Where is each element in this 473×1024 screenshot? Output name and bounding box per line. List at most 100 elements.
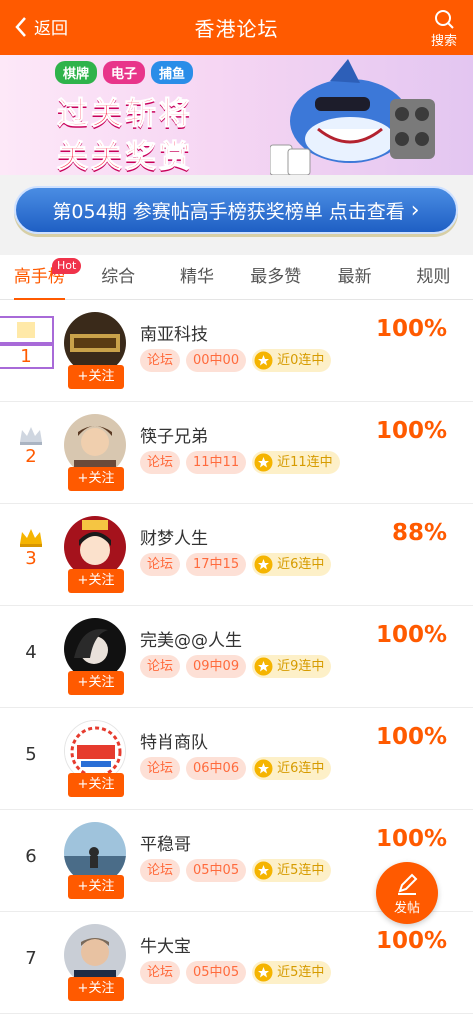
username[interactable]: 财梦人生 xyxy=(140,524,208,549)
hot-badge: Hot xyxy=(52,257,82,274)
stats-badges: 论坛 17中15 近6连中 xyxy=(140,553,332,576)
forum-badge: 论坛 xyxy=(140,757,181,780)
rank-cell: 1 xyxy=(0,316,54,369)
chevron-right-icon: › xyxy=(410,197,420,223)
follow-button[interactable]: +关注 xyxy=(68,467,124,491)
username[interactable]: 平稳哥 xyxy=(140,830,191,855)
streak-text: 近0连中 xyxy=(277,353,325,368)
rank-cell: 3 xyxy=(12,526,50,569)
tab-rules[interactable]: 规则 xyxy=(394,255,473,300)
star-medal-icon xyxy=(254,351,273,370)
avatar-wrap: +关注 xyxy=(64,720,126,800)
streak-badge: 近5连中 xyxy=(252,961,332,984)
follow-button[interactable]: +关注 xyxy=(68,365,124,389)
rank-number: 1 xyxy=(0,344,54,369)
avatar-wrap: +关注 xyxy=(64,516,126,596)
hit-record-badge: 17中15 xyxy=(186,553,247,576)
hit-record-badge: 05中05 xyxy=(186,859,247,882)
promo-banner[interactable]: 棋牌 电子 捕鱼 过关斩将 关关奖赏 xyxy=(0,55,473,175)
forum-badge: 论坛 xyxy=(140,859,181,882)
list-item[interactable]: 4 +关注 完美@@人生 论坛 09中09 近9连中 100% xyxy=(0,606,473,708)
hit-record-badge: 00中00 xyxy=(186,349,247,372)
streak-badge: 近5连中 xyxy=(252,859,332,882)
rank-number: 6 xyxy=(25,846,37,867)
winners-list-notice-button[interactable]: 第054期 参赛帖高手榜获奖榜单 点击查看 › xyxy=(14,186,458,234)
star-medal-icon xyxy=(254,657,273,676)
hit-record-badge: 11中11 xyxy=(186,451,247,474)
rank-number: 2 xyxy=(25,446,37,467)
chevron-left-icon xyxy=(15,16,26,37)
gold-crown-icon xyxy=(20,529,42,547)
star-medal-icon xyxy=(254,555,273,574)
streak-text: 近5连中 xyxy=(277,863,325,878)
list-item[interactable]: 3 +关注 财梦人生 论坛 17中15 近6连中 88% xyxy=(0,504,473,606)
win-rate: 100% xyxy=(375,418,447,444)
search-button[interactable]: 搜索 xyxy=(427,8,461,49)
forum-badge: 论坛 xyxy=(140,655,181,678)
win-rate: 100% xyxy=(375,928,447,954)
avatar-wrap: +关注 xyxy=(64,618,126,698)
forum-badge: 论坛 xyxy=(140,349,181,372)
streak-text: 近5连中 xyxy=(277,965,325,980)
username[interactable]: 筷子兄弟 xyxy=(140,422,208,447)
follow-button[interactable]: +关注 xyxy=(68,569,124,593)
forum-badge: 论坛 xyxy=(140,553,181,576)
tab-general[interactable]: 综合 xyxy=(79,255,158,300)
tab-most-liked[interactable]: 最多赞 xyxy=(236,255,315,300)
list-item[interactable]: 7 +关注 牛大宝 论坛 05中05 近5连中 100% xyxy=(0,912,473,1014)
gold-crown-icon xyxy=(17,322,35,338)
list-item[interactable]: 5 +关注 特肖商队 论坛 06中06 近6连中 100% xyxy=(0,708,473,810)
notice-text: 第054期 参赛帖高手榜获奖榜单 点击查看 xyxy=(52,200,405,223)
rank-cell: 4 xyxy=(12,642,50,663)
stats-badges: 论坛 00中00 近0连中 xyxy=(140,349,332,372)
streak-badge: 近6连中 xyxy=(252,757,332,780)
back-button[interactable]: 返回 xyxy=(14,14,68,39)
rank-cell: 5 xyxy=(12,744,50,765)
avatar-wrap: +关注 xyxy=(64,924,126,1004)
streak-badge: 近11连中 xyxy=(252,451,340,474)
win-rate: 88% xyxy=(391,520,447,546)
stats-badges: 论坛 06中06 近6连中 xyxy=(140,757,332,780)
stats-badges: 论坛 11中11 近11连中 xyxy=(140,451,340,474)
avatar-wrap: +关注 xyxy=(64,414,126,494)
pencil-icon xyxy=(398,873,418,895)
rank-number: 5 xyxy=(25,744,37,765)
rank-number: 3 xyxy=(25,548,37,569)
rank-cell: 7 xyxy=(12,948,50,969)
star-medal-icon xyxy=(254,759,273,778)
stats-badges: 论坛 05中05 近5连中 xyxy=(140,961,332,984)
category-tabs: 高手榜 Hot 综合 精华 最多赞 最新 规则 xyxy=(0,255,473,300)
streak-text: 近9连中 xyxy=(277,659,325,674)
star-medal-icon xyxy=(254,453,273,472)
forum-badge: 论坛 xyxy=(140,451,181,474)
username[interactable]: 牛大宝 xyxy=(140,932,191,957)
tab-featured[interactable]: 精华 xyxy=(158,255,237,300)
search-icon xyxy=(435,10,454,29)
banner-tags: 棋牌 电子 捕鱼 xyxy=(55,61,194,84)
post-button-label: 发帖 xyxy=(393,900,420,916)
username[interactable]: 特肖商队 xyxy=(140,728,208,753)
username[interactable]: 南亚科技 xyxy=(140,320,208,345)
list-item[interactable]: 2 +关注 筷子兄弟 论坛 11中11 近11连中 100% xyxy=(0,402,473,504)
follow-button[interactable]: +关注 xyxy=(68,977,124,1001)
tab-latest[interactable]: 最新 xyxy=(315,255,394,300)
list-item[interactable]: 1 +关注 南亚科技 论坛 00中00 近0连中 100% xyxy=(0,300,473,402)
rank-cell: 2 xyxy=(12,424,50,467)
win-rate: 100% xyxy=(375,724,447,750)
follow-button[interactable]: +关注 xyxy=(68,671,124,695)
hit-record-badge: 09中09 xyxy=(186,655,247,678)
stats-badges: 论坛 09中09 近9连中 xyxy=(140,655,332,678)
streak-text: 近6连中 xyxy=(277,761,325,776)
tab-experts[interactable]: 高手榜 Hot xyxy=(0,255,82,300)
streak-badge: 近9连中 xyxy=(252,655,332,678)
top-bar: 返回 香港论坛 搜索 xyxy=(0,0,473,55)
follow-button[interactable]: +关注 xyxy=(68,773,124,797)
new-post-button[interactable]: 发帖 xyxy=(376,862,438,924)
avatar-wrap: +关注 xyxy=(64,822,126,902)
silver-crown-icon xyxy=(20,427,42,445)
streak-badge: 近6连中 xyxy=(252,553,332,576)
follow-button[interactable]: +关注 xyxy=(68,875,124,899)
stats-badges: 论坛 05中05 近5连中 xyxy=(140,859,332,882)
username[interactable]: 完美@@人生 xyxy=(140,626,242,651)
win-rate: 100% xyxy=(375,826,447,852)
